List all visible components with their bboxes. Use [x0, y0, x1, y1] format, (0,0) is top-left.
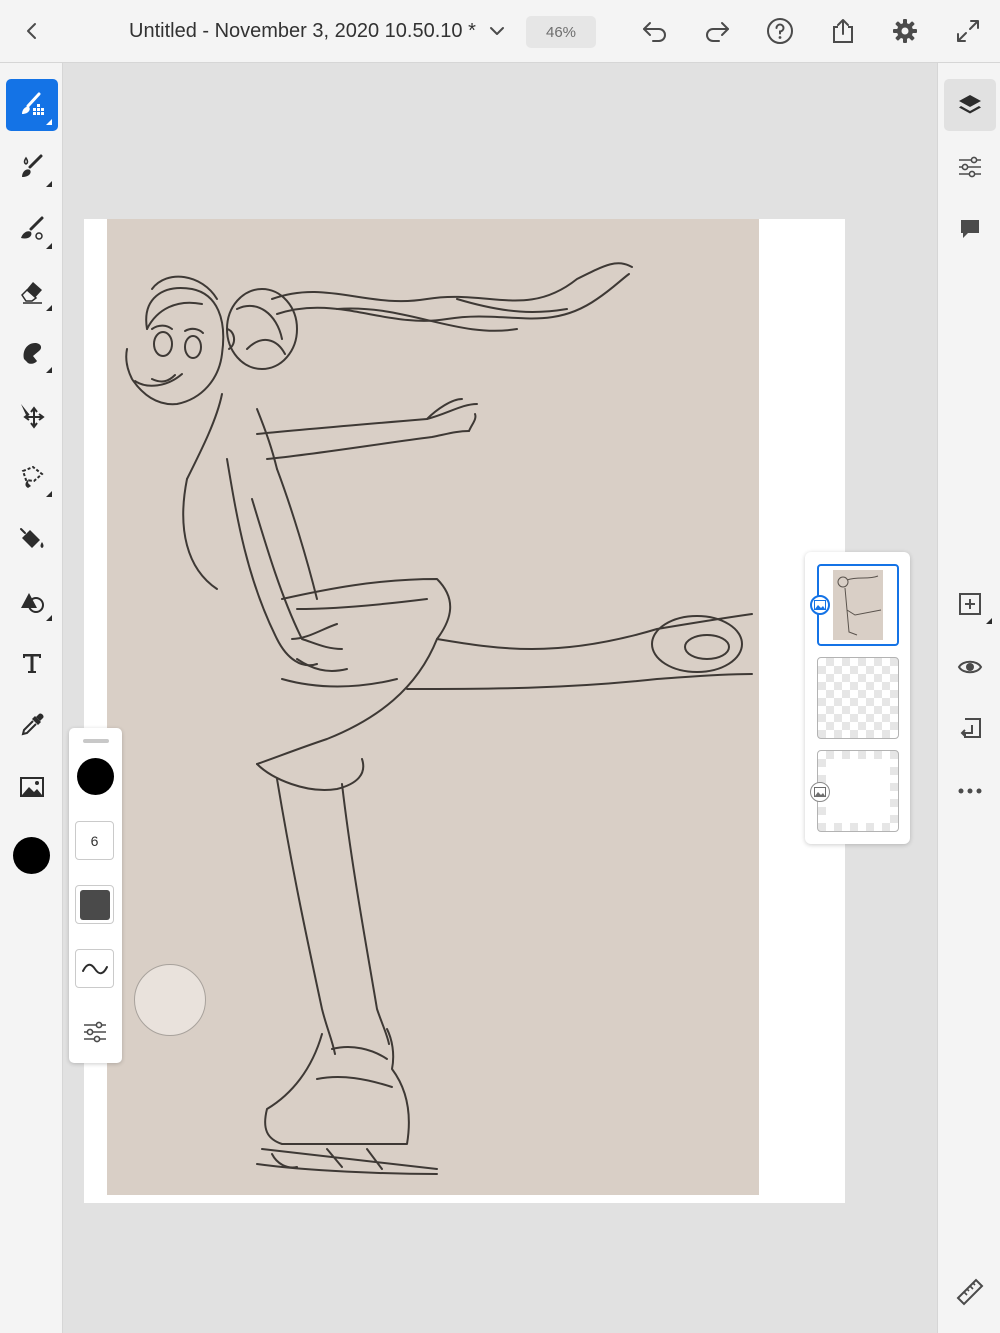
sliders-icon: [959, 156, 981, 178]
brush-opacity-button[interactable]: [75, 885, 114, 924]
layers-icon: [959, 95, 981, 114]
shapes-tool[interactable]: [6, 575, 58, 627]
lasso-icon: [21, 465, 44, 488]
pixel-brush-tool[interactable]: [6, 79, 58, 131]
vector-brush-tool[interactable]: [6, 203, 58, 255]
layer-properties-button[interactable]: [944, 141, 996, 193]
selection-tool[interactable]: [6, 451, 58, 503]
layers-button[interactable]: [944, 79, 996, 131]
merge-down-icon: [960, 718, 981, 738]
current-color-swatch[interactable]: [13, 837, 50, 874]
add-layer-icon: [959, 593, 981, 615]
comments-button[interactable]: [944, 203, 996, 255]
image-layer-badge-icon: [810, 595, 830, 615]
touch-shortcut-button[interactable]: [134, 964, 206, 1036]
eraser-tool[interactable]: [6, 265, 58, 317]
redo-icon[interactable]: [702, 16, 732, 46]
image-tool[interactable]: [6, 761, 58, 813]
more-icon: [958, 788, 982, 794]
document-title[interactable]: Untitled - November 3, 2020 10.50.10 *: [129, 20, 476, 43]
merge-down-button[interactable]: [944, 703, 996, 755]
undo-icon[interactable]: [640, 16, 670, 46]
layer-visibility-button[interactable]: [944, 641, 996, 693]
vector-brush-icon: [21, 216, 44, 240]
move-icon: [21, 404, 45, 429]
ruler-icon: [956, 1278, 984, 1306]
layers-panel: [805, 552, 910, 844]
transform-tool[interactable]: [6, 389, 58, 441]
paint-bucket-icon: [20, 528, 44, 548]
live-brush-tool[interactable]: [6, 141, 58, 193]
layer-thumbnail-empty[interactable]: [817, 657, 899, 739]
fill-tool[interactable]: [6, 513, 58, 565]
smudge-tool[interactable]: [6, 327, 58, 379]
brush-settings-panel: 6: [69, 728, 122, 1063]
comment-icon: [961, 220, 979, 238]
image-layer-badge-icon: [810, 782, 830, 802]
brush-settings-icon[interactable]: [81, 1018, 109, 1046]
zoom-level[interactable]: 46%: [526, 16, 596, 48]
panel-drag-handle[interactable]: [83, 739, 109, 743]
chevron-down-icon[interactable]: [487, 21, 507, 41]
sketch-photo-layer[interactable]: [107, 219, 759, 1195]
share-icon[interactable]: [828, 16, 858, 46]
pressure-curve-icon: [81, 963, 108, 974]
figure-skater-sketch: [125, 262, 753, 1175]
opacity-icon: [79, 889, 110, 920]
text-tool[interactable]: [6, 637, 58, 689]
eyedropper-icon: [21, 713, 44, 736]
top-bar: Untitled - November 3, 2020 10.50.10 * 4…: [0, 0, 1000, 63]
image-icon: [20, 777, 44, 797]
more-options-button[interactable]: [944, 765, 996, 817]
add-layer-button[interactable]: [944, 578, 996, 630]
settings-icon[interactable]: [890, 16, 920, 46]
brush-pressure-button[interactable]: [75, 949, 114, 988]
watercolor-brush-icon: [22, 154, 43, 177]
left-toolbar: [0, 63, 63, 1333]
pixel-brush-icon: [22, 92, 44, 115]
back-icon[interactable]: [18, 17, 46, 45]
brush-color-swatch[interactable]: [77, 758, 114, 795]
help-icon[interactable]: [765, 16, 795, 46]
fullscreen-icon[interactable]: [953, 16, 983, 46]
eraser-icon: [21, 282, 42, 304]
sketch-thumbnail: [833, 570, 883, 640]
smudge-icon: [23, 343, 42, 364]
eyedropper-tool[interactable]: [6, 699, 58, 751]
text-icon: [23, 654, 41, 673]
right-toolbar: [937, 63, 1000, 1333]
brush-size-field[interactable]: 6: [75, 821, 114, 860]
shapes-icon: [21, 593, 44, 613]
eye-icon: [957, 660, 983, 674]
ruler-button[interactable]: [944, 1266, 996, 1318]
